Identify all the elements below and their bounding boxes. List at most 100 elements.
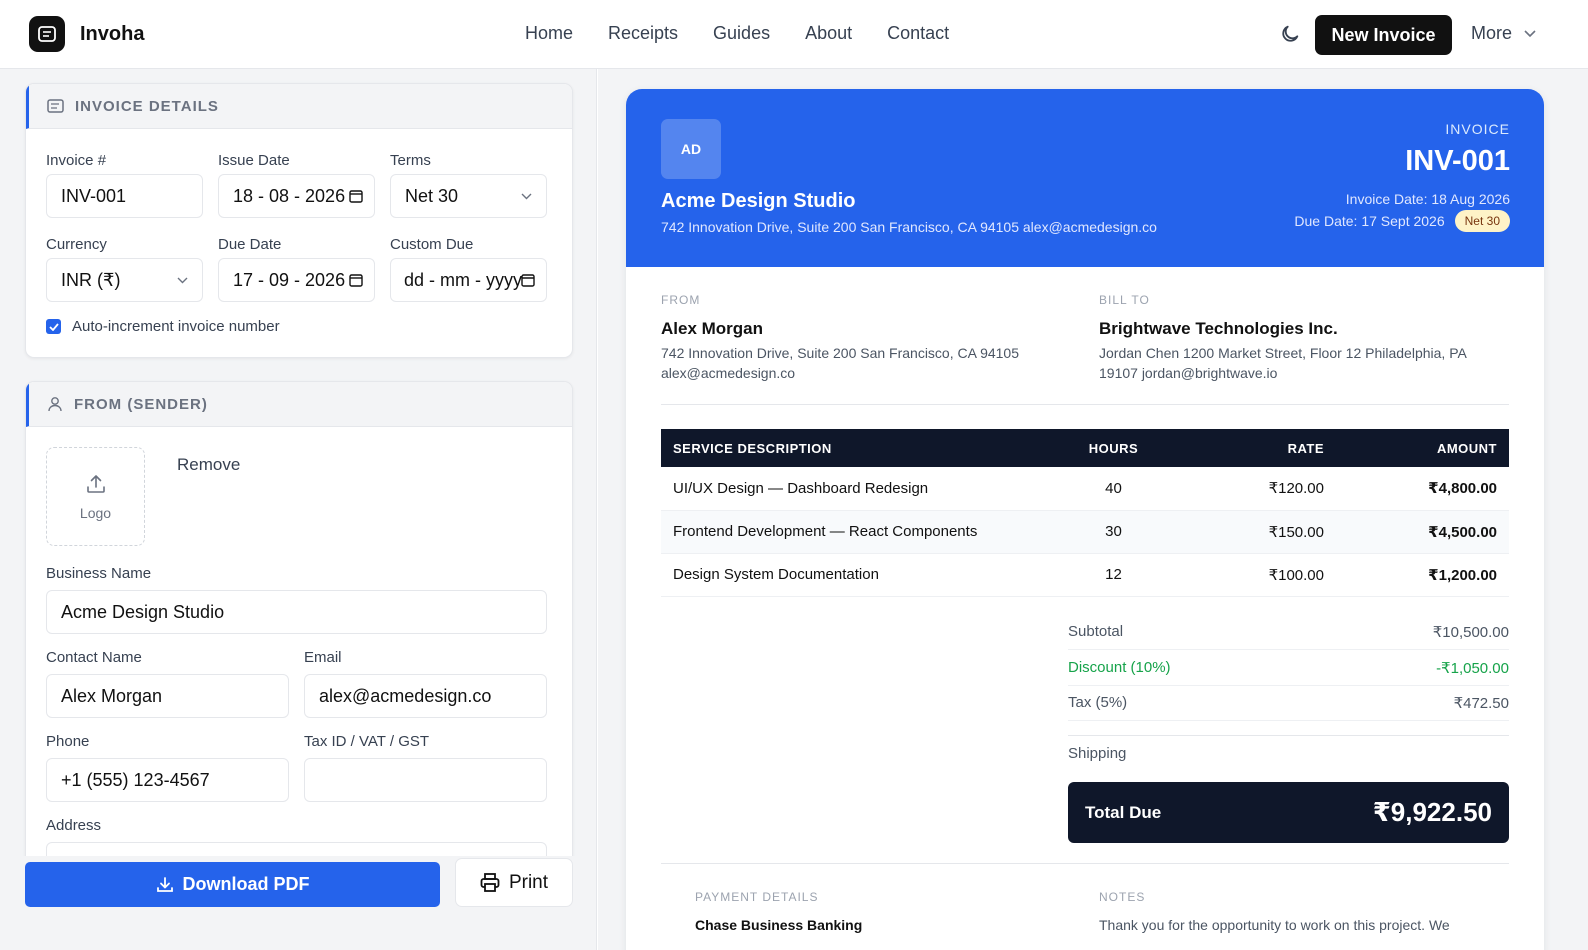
contact-name-value: Alex Morgan	[61, 685, 163, 706]
contact-name-label: Contact Name	[46, 649, 142, 666]
nav-home[interactable]: Home	[525, 23, 573, 44]
column-header: RATE	[1186, 429, 1336, 467]
from-label: FROM	[661, 293, 701, 307]
invoice-header: AD Acme Design Studio 742 Innovation Dri…	[626, 89, 1544, 267]
invoice-number-label: Invoice #	[46, 152, 107, 169]
invoice-preview-panel: AD Acme Design Studio 742 Innovation Dri…	[598, 69, 1588, 950]
currency-value: INR (₹)	[61, 269, 121, 290]
tax-id-input[interactable]	[304, 758, 547, 802]
auto-increment-row[interactable]: Auto-increment invoice number	[46, 318, 280, 335]
print-label: Print	[508, 871, 549, 893]
from-address-line-2: alex@acmedesign.co	[661, 365, 796, 381]
phone-input[interactable]: +1 (555) 123-4567	[46, 758, 289, 802]
table-header-row: SERVICE DESCRIPTION HOURS RATE AMOUNT	[661, 429, 1509, 467]
editor-panel: INVOICE DETAILS Invoice # INV-001 Issue …	[0, 69, 597, 950]
column-header: HOURS	[1041, 429, 1186, 467]
main-nav: Home Receipts Guides About Contact	[525, 23, 984, 44]
contact-name-input[interactable]: Alex Morgan	[46, 674, 289, 718]
custom-due-placeholder: dd - mm - yyyy	[404, 269, 523, 290]
company-address: 742 Innovation Drive, Suite 200 San Fran…	[661, 219, 1157, 235]
auto-increment-checkbox[interactable]	[46, 319, 61, 334]
item-description: Frontend Development — React Components	[661, 510, 1041, 554]
upload-icon	[86, 474, 105, 493]
due-date: Due Date: 17 Sept 2026	[1294, 213, 1445, 229]
item-rate: ₹150.00	[1186, 510, 1336, 554]
item-description: UI/UX Design — Dashboard Redesign	[661, 467, 1041, 511]
phone-label: Phone	[46, 733, 90, 750]
calendar-icon[interactable]	[349, 273, 363, 287]
brand-logo-icon	[29, 16, 65, 52]
brand-name: Invoha	[80, 22, 145, 45]
more-label: More	[1471, 23, 1513, 43]
total-due-label: Total Due	[1085, 802, 1162, 822]
download-icon	[156, 876, 173, 892]
sender-header: FROM (SENDER)	[26, 382, 572, 427]
item-rate: ₹100.00	[1186, 553, 1336, 597]
user-icon	[48, 397, 62, 412]
brand[interactable]: Invoha	[29, 16, 144, 52]
divider	[1068, 735, 1509, 736]
currency-select[interactable]: INR (₹)	[46, 258, 203, 302]
line-items-table: SERVICE DESCRIPTION HOURS RATE AMOUNT UI…	[661, 429, 1509, 597]
terms-label: Terms	[390, 152, 431, 169]
payment-details-label: PAYMENT DETAILS	[695, 890, 819, 904]
nav-guides[interactable]: Guides	[713, 23, 770, 44]
nav-receipts[interactable]: Receipts	[608, 23, 678, 44]
issue-date-input[interactable]: 18 - 08 - 2026	[218, 174, 375, 218]
item-hours: 30	[1041, 510, 1186, 554]
notes-label: NOTES	[1099, 890, 1146, 904]
due-date-input[interactable]: 17 - 09 - 2026	[218, 258, 375, 302]
invoice-date: Invoice Date: 18 Aug 2026	[1345, 191, 1510, 207]
phone-value: +1 (555) 123-4567	[61, 769, 210, 790]
custom-due-input[interactable]: dd - mm - yyyy	[390, 258, 547, 302]
nav-about[interactable]: About	[805, 23, 852, 44]
invoice-label: INVOICE	[1445, 121, 1510, 137]
item-amount: ₹1,200.00	[1336, 553, 1509, 597]
remove-logo-button[interactable]: Remove	[177, 455, 240, 475]
total-due-value: ₹9,922.50	[1372, 797, 1492, 827]
invoice-number: INV-001	[1405, 145, 1510, 177]
business-name-input[interactable]: Acme Design Studio	[46, 590, 547, 634]
table-row: UI/UX Design — Dashboard Redesign 40 ₹12…	[661, 467, 1509, 511]
subtotal-value: ₹10,500.00	[1432, 623, 1509, 641]
document-icon	[47, 99, 64, 113]
invoice-sheet: AD Acme Design Studio 742 Innovation Dri…	[626, 89, 1544, 950]
email-label: Email	[304, 649, 342, 666]
email-input[interactable]: alex@acmedesign.co	[304, 674, 547, 718]
printer-icon	[480, 873, 500, 892]
chevron-down-icon	[177, 277, 188, 284]
terms-select[interactable]: Net 30	[390, 174, 547, 218]
bill-to-label: BILL TO	[1099, 293, 1150, 307]
top-navbar: Invoha Home Receipts Guides About Contac…	[0, 0, 1588, 69]
calendar-icon[interactable]	[521, 273, 535, 287]
tax-row: Tax (5%) ₹472.50	[1068, 685, 1509, 721]
tax-id-label: Tax ID / VAT / GST	[304, 733, 430, 750]
nav-contact[interactable]: Contact	[887, 23, 949, 44]
dark-mode-toggle-icon[interactable]	[1279, 23, 1301, 45]
invoice-number-input[interactable]: INV-001	[46, 174, 203, 218]
subtotal-label: Subtotal	[1068, 623, 1124, 640]
due-date-value: 17 - 09 - 2026	[233, 269, 346, 290]
print-button[interactable]: Print	[455, 858, 573, 907]
discount-value: -₹1,050.00	[1436, 659, 1509, 677]
divider	[661, 404, 1509, 405]
sender-card: FROM (SENDER) Logo Remove Business Name …	[25, 381, 573, 901]
download-pdf-button[interactable]: Download PDF	[25, 862, 440, 907]
email-value: alex@acmedesign.co	[319, 685, 492, 706]
new-invoice-button[interactable]: New Invoice	[1315, 15, 1452, 55]
due-date-label: Due Date	[218, 236, 282, 253]
logo-upload[interactable]: Logo	[46, 447, 145, 546]
column-header: SERVICE DESCRIPTION	[661, 429, 1041, 467]
invoice-details-card: INVOICE DETAILS Invoice # INV-001 Issue …	[25, 83, 573, 358]
notes-text: Thank you for the opportunity to work on…	[1099, 917, 1450, 933]
payment-bank: Chase Business Banking	[695, 917, 863, 933]
item-description: Design System Documentation	[661, 553, 1041, 597]
more-menu[interactable]: More	[1471, 23, 1536, 44]
discount-row: Discount (10%) -₹1,050.00	[1068, 650, 1509, 686]
calendar-icon[interactable]	[349, 189, 363, 203]
from-address-line-1: 742 Innovation Drive, Suite 200 San Fran…	[661, 345, 1019, 361]
chevron-down-icon	[1524, 29, 1536, 37]
invoice-number-value: INV-001	[61, 185, 127, 206]
terms-value: Net 30	[405, 185, 459, 206]
business-name-label: Business Name	[46, 565, 152, 582]
